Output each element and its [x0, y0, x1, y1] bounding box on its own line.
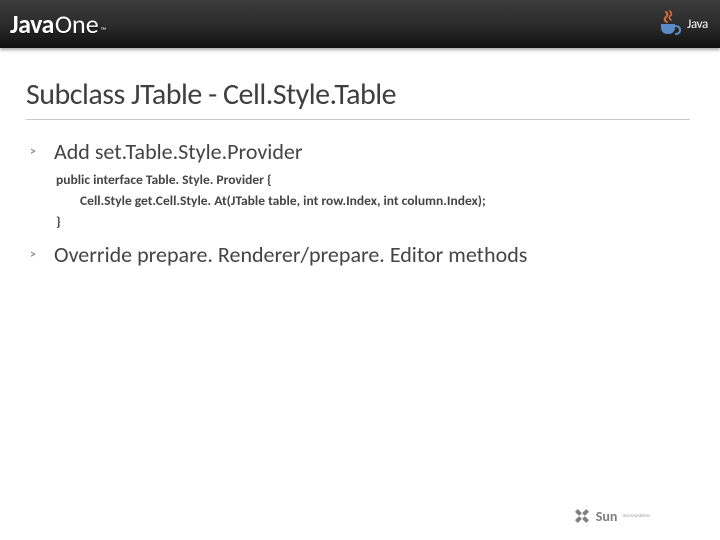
chevron-right-icon: > [26, 241, 54, 269]
footer-brand-text: Sun [596, 508, 618, 525]
bullet-label: Add set.Table.Style.Provider [54, 138, 690, 166]
bullet-item: > Add set.Table.Style.Provider public in… [26, 138, 690, 237]
slide-body: Subclass JTable - Cell.Style.Table > Add… [0, 48, 720, 269]
slide-title: Subclass JTable - Cell.Style.Table [26, 76, 690, 113]
bullet-item: > Override prepare. Renderer/prepare. Ed… [26, 241, 690, 269]
bullet-list: > Add set.Table.Style.Provider public in… [26, 138, 690, 269]
javaone-logo-tm: ™ [101, 26, 107, 36]
bullet-label: Override prepare. Renderer/prepare. Edit… [54, 241, 690, 269]
code-block: public interface Table. Style. Provider … [54, 170, 690, 233]
sun-logo-icon [572, 506, 592, 526]
javaone-logo-one: One [55, 8, 99, 40]
java-logo: Java [655, 9, 708, 39]
chevron-right-icon: > [26, 138, 54, 166]
code-line: } [56, 213, 61, 230]
code-line: Cell.Style get.Cell.Style. At(JTable tab… [56, 191, 690, 212]
coffee-cup-icon [655, 9, 681, 39]
java-logo-text: Java [687, 17, 708, 32]
javaone-logo-java: Java [10, 8, 54, 40]
code-line: public interface Table. Style. Provider … [56, 171, 272, 188]
header-bar: JavaOne™ Java [0, 0, 720, 48]
title-underline [26, 119, 690, 120]
footer-sub-text: microsystems [622, 513, 650, 519]
javaone-logo: JavaOne™ [10, 8, 106, 40]
footer-branding: Sun microsystems [572, 506, 650, 526]
